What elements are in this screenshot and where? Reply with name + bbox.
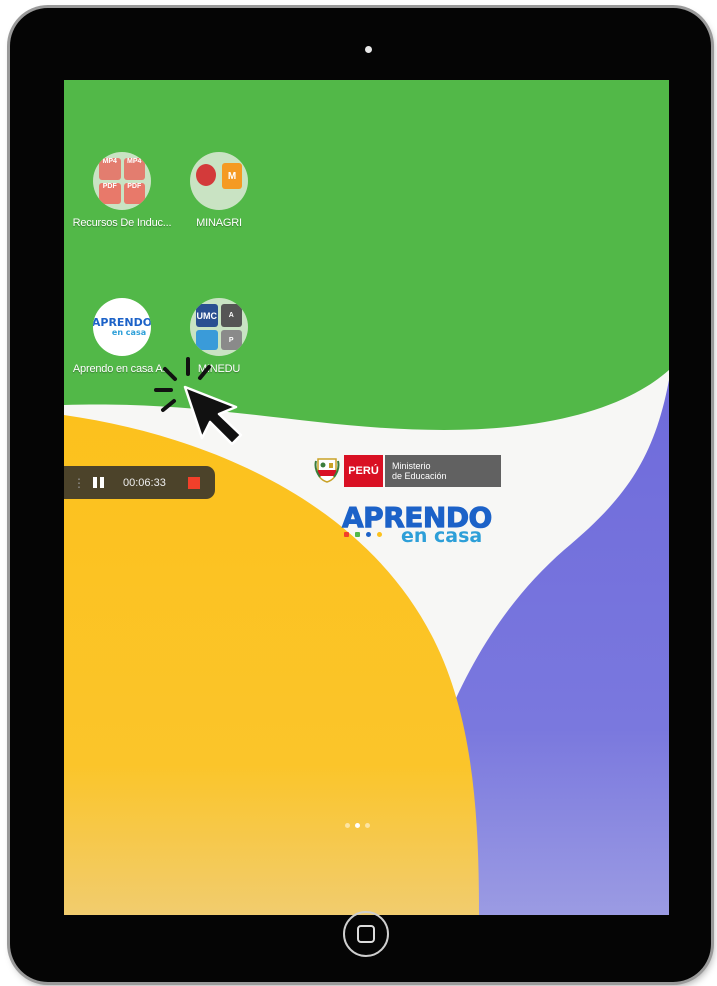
folder-mini-label: A: [220, 304, 242, 327]
page-dot-active[interactable]: [355, 823, 360, 828]
peru-crest-icon: [314, 458, 340, 483]
app-label: MINAGRI: [196, 217, 242, 229]
app-minagri-folder[interactable]: M MINAGRI: [164, 152, 274, 229]
ministry-line-2: de Educación: [392, 471, 447, 481]
folder-mini-label: PDF: [99, 182, 121, 204]
app-icon-subtext: en casa: [111, 328, 147, 337]
wallpaper-brand-logo: PERÚ Ministerio de Educación APRENDO en …: [312, 452, 522, 552]
home-screen: MP4 MP4 PDF PDF Recursos De Induc... M M…: [64, 80, 669, 915]
home-button[interactable]: [343, 911, 389, 957]
ministry-line-1: Ministerio: [392, 461, 431, 471]
folder-mini-label: M: [222, 163, 242, 189]
folder-icon: MP4 MP4 PDF PDF: [93, 152, 151, 210]
folder-mini-label: UMC: [196, 304, 218, 327]
folder-mini-label: MP4: [99, 158, 121, 180]
shield-icon: [196, 164, 216, 186]
page-dot[interactable]: [365, 823, 370, 828]
brand-subtitle: en casa: [401, 525, 483, 547]
brand-dots: [344, 532, 382, 537]
stop-icon[interactable]: [187, 476, 200, 489]
app-label: Recursos De Induc...: [72, 217, 172, 229]
aprendo-app-icon: APRENDO en casa: [93, 298, 151, 356]
app-recursos-folder[interactable]: MP4 MP4 PDF PDF Recursos De Induc...: [67, 152, 177, 229]
folder-icon: UMC A P: [190, 298, 248, 356]
app-icon-text: APRENDO: [93, 316, 151, 329]
peru-label: PERÚ: [344, 455, 383, 487]
folder-icon: M: [190, 152, 248, 210]
screen-recorder-widget[interactable]: ⋮ 00:06:33: [64, 466, 215, 499]
folder-mini-label: [196, 330, 218, 350]
ministry-label: Ministerio de Educación: [385, 455, 501, 487]
page-indicator: [345, 823, 370, 828]
folder-mini-label: P: [220, 330, 242, 350]
folder-mini-label: MP4: [123, 158, 145, 180]
recording-timer: 00:06:33: [123, 476, 166, 489]
tablet-frame: MP4 MP4 PDF PDF Recursos De Induc... M M…: [10, 8, 711, 982]
click-cursor-icon: [154, 357, 243, 446]
pause-icon[interactable]: [93, 477, 104, 488]
page-dot[interactable]: [345, 823, 350, 828]
camera-dot: [365, 46, 372, 53]
home-button-glyph: [357, 925, 375, 943]
folder-mini-label: PDF: [123, 182, 145, 204]
drag-handle-icon[interactable]: ⋮: [73, 476, 85, 490]
